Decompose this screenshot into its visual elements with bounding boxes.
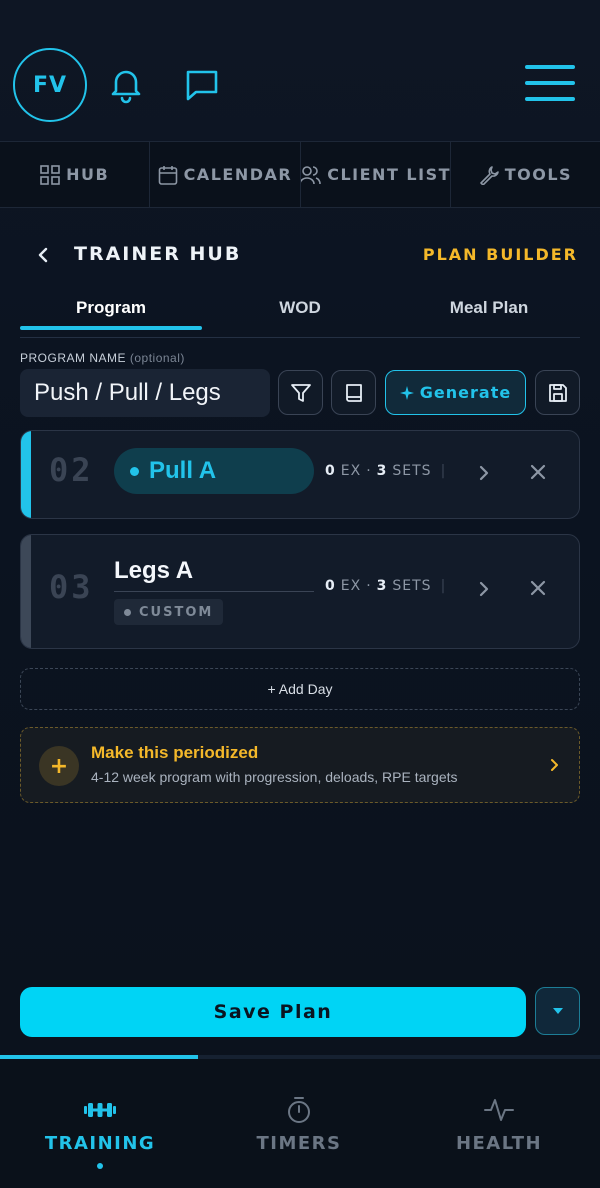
users-icon bbox=[300, 165, 322, 184]
close-icon[interactable] bbox=[527, 577, 549, 599]
plan-builder-label[interactable]: PLAN BUILDER bbox=[423, 245, 578, 264]
bottom-nav-label: HEALTH bbox=[455, 1133, 543, 1154]
exercise-count: 0 bbox=[325, 463, 336, 479]
tab-program[interactable]: Program bbox=[20, 298, 202, 318]
periodize-banner[interactable]: + Make this periodized 4-12 week program… bbox=[20, 727, 580, 803]
tab-label: TOOLS bbox=[504, 165, 573, 184]
tab-wod[interactable]: WOD bbox=[209, 298, 391, 318]
day-name: Pull A bbox=[149, 457, 217, 484]
periodize-subtitle: 4-12 week program with progression, delo… bbox=[91, 769, 458, 785]
library-button[interactable] bbox=[331, 370, 376, 415]
chevron-right-icon bbox=[549, 756, 561, 778]
exercise-label: EX bbox=[340, 578, 362, 594]
chat-icon[interactable] bbox=[182, 64, 222, 104]
add-day-button[interactable]: + Add Day bbox=[20, 668, 580, 710]
tab-calendar[interactable]: CALENDAR bbox=[150, 142, 301, 207]
day-number: 02 bbox=[49, 451, 94, 489]
grid-icon bbox=[40, 164, 60, 185]
floppy-disk-icon bbox=[548, 383, 567, 402]
wrench-icon bbox=[479, 165, 499, 185]
day-name-field[interactable]: Pull A bbox=[114, 448, 314, 494]
generate-label: Generate bbox=[419, 383, 512, 402]
close-icon[interactable] bbox=[527, 461, 549, 483]
tab-tools[interactable]: TOOLS bbox=[451, 142, 600, 207]
bottom-nav-health[interactable]: HEALTH bbox=[399, 1095, 599, 1154]
day-active-stripe bbox=[21, 431, 31, 518]
exercise-count: 0 bbox=[325, 578, 336, 594]
stats-separator: · bbox=[366, 578, 372, 594]
stats-divider: | bbox=[440, 463, 447, 479]
save-icon-button[interactable] bbox=[535, 370, 580, 415]
activity-icon bbox=[399, 1095, 599, 1125]
tag-label: CUSTOM bbox=[139, 604, 214, 620]
caret-down-icon bbox=[552, 1008, 563, 1014]
bottom-nav-training[interactable]: TRAINING bbox=[0, 1095, 200, 1154]
back-arrow-icon[interactable] bbox=[33, 243, 53, 267]
optional-label: (optional) bbox=[129, 351, 185, 365]
bottom-nav-label: TIMERS bbox=[256, 1133, 342, 1154]
save-options-dropdown[interactable] bbox=[535, 987, 580, 1035]
bottom-nav-timers[interactable]: TIMERS bbox=[199, 1095, 399, 1154]
bottom-nav-label: TRAINING bbox=[44, 1133, 156, 1154]
tab-label: HUB bbox=[66, 165, 110, 184]
active-nav-dot bbox=[97, 1163, 103, 1169]
day-card[interactable]: 03 Legs A CUSTOM 0 EX · 3 SETS | bbox=[20, 534, 580, 649]
day-stats: 0 EX · 3 SETS | bbox=[325, 463, 446, 479]
tab-hub[interactable]: HUB bbox=[0, 142, 151, 207]
tab-label: CALENDAR bbox=[183, 165, 293, 184]
book-icon bbox=[345, 383, 362, 402]
day-name-underline bbox=[114, 591, 314, 592]
menu-icon[interactable] bbox=[525, 65, 575, 105]
menu-line bbox=[525, 65, 575, 69]
sets-count: 3 bbox=[376, 463, 388, 479]
top-bar: FV bbox=[0, 0, 600, 142]
active-tab-indicator bbox=[20, 326, 202, 330]
active-dot bbox=[130, 466, 139, 476]
menu-line bbox=[525, 97, 575, 101]
program-name-label-text: PROGRAM NAME bbox=[20, 351, 127, 365]
menu-line bbox=[525, 81, 575, 85]
stats-divider: | bbox=[440, 578, 447, 594]
generate-button[interactable]: Generate bbox=[385, 370, 526, 415]
day-number: 03 bbox=[49, 568, 94, 606]
calendar-icon bbox=[158, 165, 177, 185]
save-plan-button[interactable]: Save Plan bbox=[20, 987, 526, 1037]
day-name[interactable]: Legs A bbox=[114, 557, 193, 585]
bottom-nav: TRAINING TIMERS HEALTH bbox=[0, 1059, 600, 1188]
custom-tag: CUSTOM bbox=[114, 599, 224, 625]
page-title: TRAINER HUB bbox=[74, 243, 242, 265]
bell-icon[interactable] bbox=[106, 64, 146, 104]
tab-client-list[interactable]: CLIENT LIST bbox=[300, 142, 451, 207]
day-inactive-stripe bbox=[21, 535, 31, 648]
hub-header: TRAINER HUB PLAN BUILDER bbox=[0, 235, 600, 275]
chevron-right-icon[interactable] bbox=[473, 577, 493, 601]
sets-label: SETS bbox=[392, 463, 432, 479]
plus-icon: + bbox=[39, 746, 79, 786]
day-card[interactable]: 02 Pull A 0 EX · 3 SETS | bbox=[20, 430, 580, 519]
stats-separator: · bbox=[366, 463, 372, 479]
chevron-right-icon[interactable] bbox=[473, 461, 493, 485]
program-name-input[interactable]: Push / Pull / Legs bbox=[20, 369, 270, 417]
filter-icon bbox=[290, 383, 311, 402]
filter-button[interactable] bbox=[278, 370, 323, 415]
day-stats: 0 EX · 3 SETS | bbox=[325, 578, 446, 594]
sub-tabs: Program WOD Meal Plan bbox=[20, 288, 580, 338]
tag-dot bbox=[124, 608, 131, 616]
tab-label: CLIENT LIST bbox=[327, 165, 451, 184]
sets-label: SETS bbox=[392, 578, 432, 594]
stopwatch-icon bbox=[199, 1095, 399, 1125]
exercise-label: EX bbox=[340, 463, 362, 479]
tab-meal-plan[interactable]: Meal Plan bbox=[398, 298, 580, 318]
sparkle-icon bbox=[399, 385, 414, 400]
main-nav-tabs: HUB CALENDAR CLIENT LIST TOOLS bbox=[0, 142, 600, 208]
periodize-title: Make this periodized bbox=[91, 743, 259, 762]
dumbbell-icon bbox=[0, 1095, 200, 1125]
program-name-label: PROGRAM NAME (optional) bbox=[20, 351, 185, 365]
avatar[interactable]: FV bbox=[13, 48, 87, 122]
sets-count: 3 bbox=[376, 578, 388, 594]
